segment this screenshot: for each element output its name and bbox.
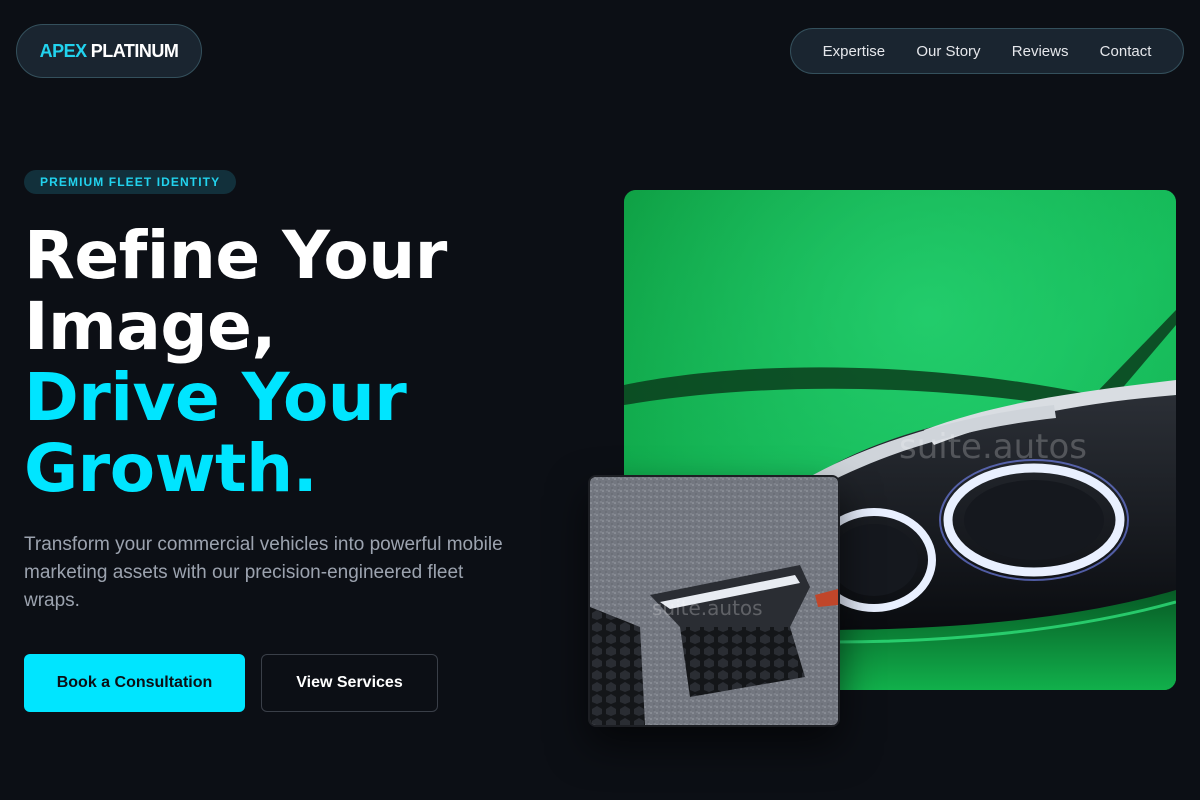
nav-item-our-story[interactable]: Our Story: [916, 43, 980, 60]
view-services-button[interactable]: View Services: [261, 654, 438, 712]
headline-line-3: Drive Your: [24, 359, 407, 436]
hero-eyebrow-badge: PREMIUM FLEET IDENTITY: [24, 170, 237, 194]
headline-line-4: Growth.: [24, 430, 318, 507]
main-image-watermark: suite.autos: [899, 427, 1087, 467]
silver-car-headlight-illustration: suite.autos: [590, 477, 838, 725]
nav-item-expertise[interactable]: Expertise: [823, 43, 886, 60]
headline-line-1: Refine Your: [24, 217, 447, 294]
hero-headline: Refine Your Image, Drive Your Growth.: [24, 220, 447, 504]
small-image-watermark: suite.autos: [652, 596, 763, 620]
brand-accent: APEX: [39, 40, 88, 61]
book-consultation-button[interactable]: Book a Consultation: [24, 654, 245, 712]
brand-name: PLATINUM: [90, 40, 179, 61]
hero-image-silver-car: suite.autos: [588, 475, 840, 727]
main-nav: Expertise Our Story Reviews Contact: [790, 28, 1184, 74]
nav-item-contact[interactable]: Contact: [1100, 43, 1152, 60]
nav-item-reviews[interactable]: Reviews: [1012, 43, 1069, 60]
brand-logo[interactable]: APEX PLATINUM: [16, 24, 202, 78]
headline-line-2: Image,: [24, 288, 276, 365]
hero-description: Transform your commercial vehicles into …: [24, 534, 503, 611]
